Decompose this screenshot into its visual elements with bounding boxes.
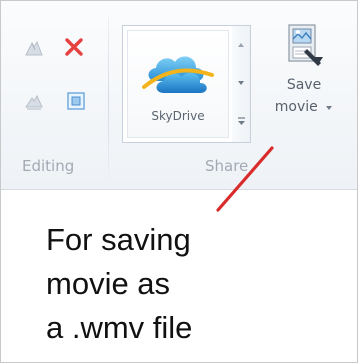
annotation-text: For saving movie as a .wmv file	[46, 218, 346, 350]
annotation-line: For saving	[46, 222, 191, 257]
annotation-line: movie as	[46, 266, 171, 301]
annotation-line: a .wmv file	[46, 310, 193, 345]
